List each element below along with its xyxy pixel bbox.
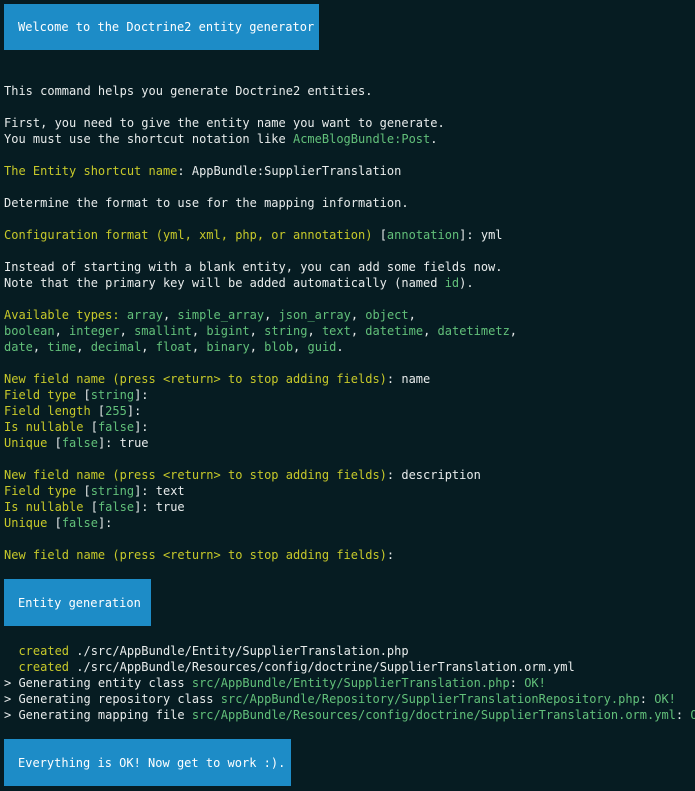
entity-shortcut-prompt: The Entity shortcut name: AppBundle:Supp…	[4, 164, 402, 178]
entity-shortcut-value: AppBundle:SupplierTranslation	[191, 164, 402, 178]
available-types-row-3: date, time, decimal, float, binary, blob…	[4, 340, 344, 354]
fields-info-line-2: Note that the primary key will be added …	[4, 276, 474, 290]
created-mapping-line: created ./src/AppBundle/Resources/config…	[4, 660, 575, 674]
intro-line-1: This command helps you generate Doctrine…	[4, 84, 373, 98]
terminal-window[interactable]: Welcome to the Doctrine2 entity generato…	[0, 0, 695, 791]
shortcut-example: AcmeBlogBundle:Post	[292, 132, 431, 146]
entity-generation-banner-text: Entity generation	[18, 596, 141, 610]
format-value: yml	[480, 228, 503, 242]
available-types-row-2: boolean, integer, smallint, bigint, stri…	[4, 324, 518, 338]
intro-line-2: First, you need to give the entity name …	[4, 116, 445, 130]
generating-repository-class-line: > Generating repository class src/AppBun…	[4, 692, 676, 706]
generating-entity-class-line: > Generating entity class src/AppBundle/…	[4, 676, 546, 690]
fields-info-line-1: Instead of starting with a blank entity,…	[4, 260, 503, 274]
success-banner-text: Everything is OK! Now get to work :).	[18, 756, 286, 770]
created-entity-line: created ./src/AppBundle/Entity/SupplierT…	[4, 644, 409, 658]
generating-mapping-file-line: > Generating mapping file src/AppBundle/…	[4, 708, 695, 722]
format-prompt: Configuration format (yml, xml, php, or …	[4, 228, 503, 242]
field1-length-prompt: Field length [255]:	[4, 404, 142, 418]
welcome-banner-text: Welcome to the Doctrine2 entity generato…	[18, 20, 315, 34]
field2-unique-prompt: Unique [false]:	[4, 516, 113, 530]
field1-type-prompt: Field type [string]:	[4, 388, 149, 402]
available-types-row-1: Available types: array, simple_array, js…	[4, 308, 416, 322]
success-banner: Everything is OK! Now get to work :).	[4, 739, 291, 786]
field1-name-prompt: New field name (press <return> to stop a…	[4, 372, 431, 386]
field2-type-prompt: Field type [string]: text	[4, 484, 185, 498]
format-info: Determine the format to use for the mapp…	[4, 196, 409, 210]
field2-nullable-prompt: Is nullable [false]: true	[4, 500, 185, 514]
field2-name-prompt: New field name (press <return> to stop a…	[4, 468, 481, 482]
field3-name-prompt[interactable]: New field name (press <return> to stop a…	[4, 547, 394, 563]
field1-unique-prompt: Unique [false]: true	[4, 436, 149, 450]
field1-nullable-prompt: Is nullable [false]:	[4, 420, 149, 434]
welcome-banner: Welcome to the Doctrine2 entity generato…	[4, 4, 319, 50]
entity-generation-banner: Entity generation	[4, 579, 151, 626]
intro-line-3: You must use the shortcut notation like …	[4, 132, 438, 146]
